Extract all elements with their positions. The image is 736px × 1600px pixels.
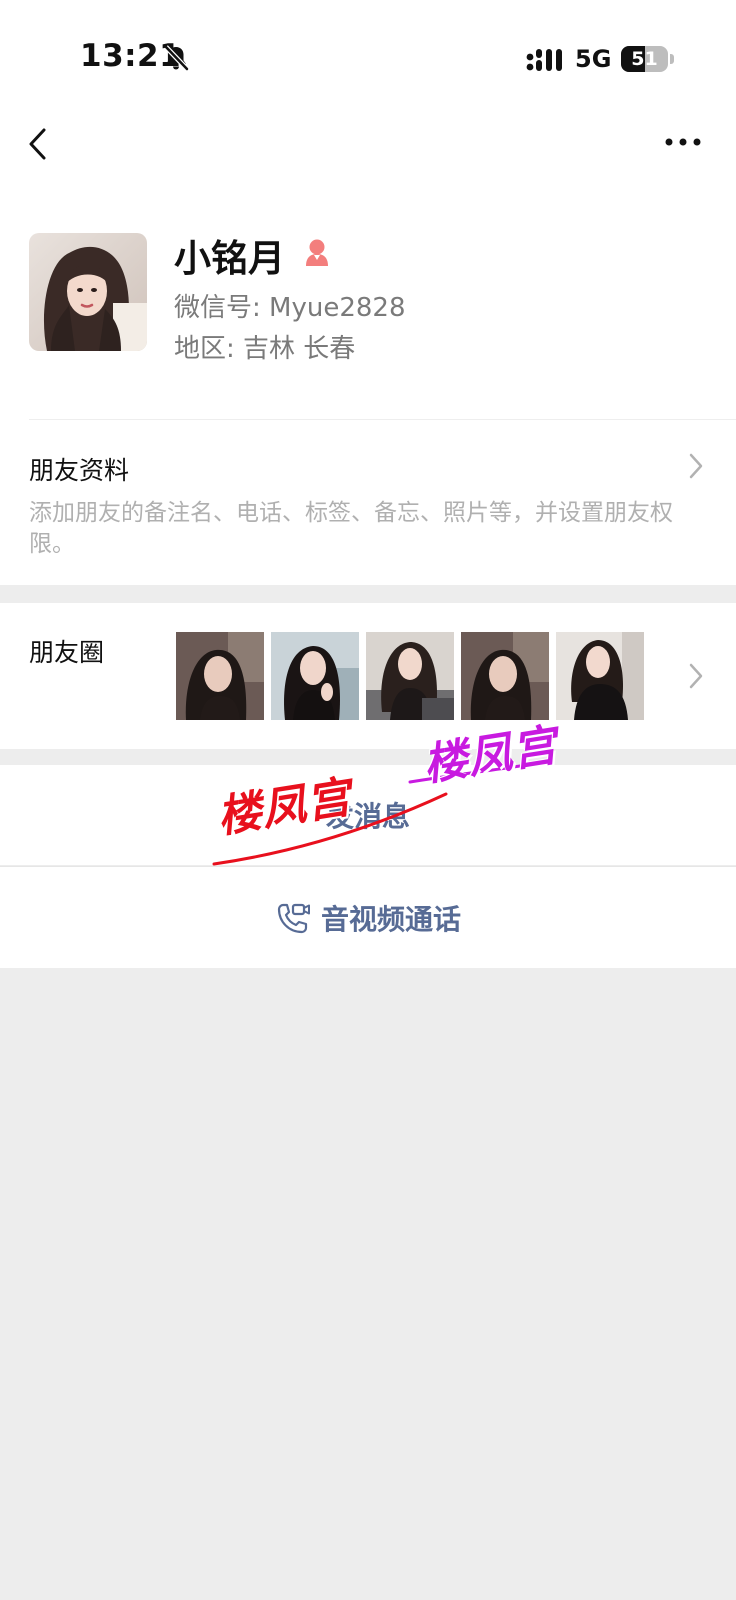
wechat-id: 微信号: Myue2828 (174, 293, 406, 323)
video-call-button[interactable]: 音视频通话 (0, 867, 736, 968)
chevron-right-icon[interactable] (688, 662, 704, 690)
avatar[interactable] (29, 233, 147, 351)
female-icon (306, 239, 328, 266)
back-arrow-icon[interactable] (24, 124, 54, 164)
signal-icon (526, 49, 562, 71)
contact-name: 小铭月 (174, 237, 285, 280)
moments-thumbnails[interactable] (176, 632, 644, 720)
moments-thumbnail[interactable] (556, 632, 644, 720)
friend-profile-title[interactable]: 朋友资料 (29, 451, 129, 487)
video-call-icon (277, 903, 310, 933)
moments-thumbnail[interactable] (366, 632, 454, 720)
friend-profile-description: 添加朋友的备注名、电话、标签、备忘、照片等，并设置朋友权限。 (29, 500, 673, 557)
chevron-right-icon[interactable] (688, 452, 704, 480)
divider (29, 419, 736, 420)
bell-muted-icon (164, 45, 189, 71)
video-call-label: 音视频通话 (320, 902, 461, 936)
network-type: 5G (575, 45, 612, 73)
battery-percent: 51 (631, 48, 658, 70)
moments-thumbnail[interactable] (461, 632, 549, 720)
moments-thumbnail[interactable] (271, 632, 359, 720)
moments-title: 朋友圈 (29, 638, 105, 667)
more-icon[interactable] (664, 136, 702, 148)
region: 地区: 吉林 长春 (174, 334, 356, 364)
battery-icon: 51 (621, 46, 668, 72)
moments-row[interactable]: 朋友圈 (0, 603, 736, 749)
battery-tip (670, 54, 674, 64)
moments-thumbnail[interactable] (176, 632, 264, 720)
